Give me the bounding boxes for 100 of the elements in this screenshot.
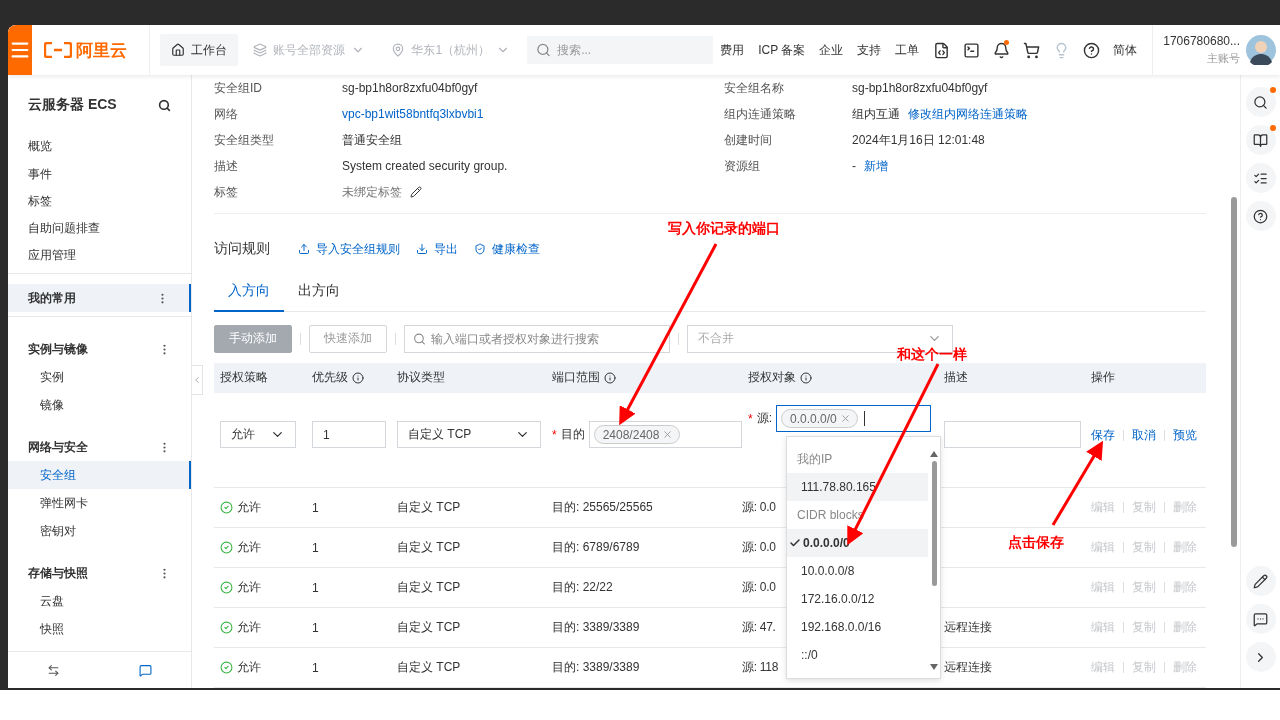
priority-cell: 1	[312, 580, 319, 595]
sidebar-item[interactable]: 应用管理	[8, 241, 191, 270]
sidebar-group[interactable]: 实例与镜像	[8, 335, 191, 364]
header-link[interactable]: 费用	[720, 41, 745, 59]
annotation-text: 写入你记录的端口	[668, 220, 780, 238]
detail-link[interactable]: 修改组内网络连通策略	[908, 105, 1028, 123]
rail-button[interactable]	[1245, 604, 1276, 634]
description-cell: 远程连接	[944, 659, 992, 676]
sidebar-item[interactable]: 镜像	[8, 391, 191, 420]
description-field[interactable]	[944, 421, 1081, 448]
row-action-link[interactable]: 取消	[1132, 427, 1156, 444]
sidebar-item[interactable]: 事件	[8, 160, 191, 188]
direction-tab[interactable]: 入方向	[214, 272, 284, 312]
sidebar-item[interactable]: 弹性网卡	[8, 489, 191, 518]
dropdown-option[interactable]: 10.0.0.0/8	[787, 557, 928, 585]
sidebar-item[interactable]: 快照	[8, 615, 191, 644]
annotation-text: 点击保存	[1008, 534, 1064, 552]
port-cell: 目的: 25565/25565	[552, 499, 653, 516]
sidebar-item[interactable]: 实例	[8, 363, 191, 392]
rule-action-link[interactable]: 导出	[416, 240, 458, 258]
text-cursor	[863, 411, 865, 426]
header-link[interactable]: 工单	[895, 41, 920, 59]
source-field[interactable]: 0.0.0.0/0	[776, 405, 931, 432]
field-label: 标签	[214, 183, 239, 201]
scroll-up-icon[interactable]	[930, 451, 938, 457]
header-link[interactable]: 支持	[857, 41, 882, 59]
logo-text: 阿里云	[76, 39, 128, 62]
help-icon	[1082, 41, 1100, 59]
map-pin-icon	[391, 43, 406, 57]
port-cell: 目的: 6789/6789	[552, 539, 640, 556]
rail-button[interactable]	[1245, 566, 1276, 596]
sidebar-item[interactable]: 概览	[8, 133, 191, 161]
network-link[interactable]: vpc-bp1wit58bntfq3lxbvbi1	[342, 107, 484, 121]
field-label: 网络	[214, 105, 239, 123]
source-cell: 源: 118	[742, 659, 778, 676]
pencil-icon[interactable]	[410, 186, 422, 198]
sidebar-item[interactable]: 标签	[8, 187, 191, 215]
house-icon	[171, 43, 186, 57]
row-action-link[interactable]: 保存	[1091, 427, 1115, 444]
description-cell: 远程连接	[944, 619, 992, 636]
column-header: 授权策略	[220, 369, 268, 387]
protocol-select[interactable]: 自定义 TCP	[397, 421, 541, 448]
message-icon	[1253, 611, 1268, 627]
shield-icon	[474, 243, 486, 256]
group-label: 网络与安全	[28, 438, 88, 456]
field-value: -	[852, 159, 856, 173]
workbench-button[interactable]: 工作台	[160, 34, 239, 66]
group-label: 我的常用	[28, 289, 76, 307]
dropdown-option[interactable]: 111.78.80.165	[787, 473, 928, 501]
sidebar-group[interactable]: 网络与安全	[8, 433, 191, 462]
rail-button[interactable]	[1245, 125, 1276, 155]
rule-action-link[interactable]: 健康检查	[474, 240, 540, 258]
rule-search-field[interactable]: 输入端口或者授权对象进行搜索	[404, 324, 670, 353]
dropdown-option[interactable]: ::/0	[787, 641, 928, 669]
search-field[interactable]: 搜索...	[527, 36, 714, 64]
sidebar-item[interactable]: 密钥对	[8, 517, 191, 546]
option-group-label: 我的IP	[796, 450, 834, 468]
header-link[interactable]: 企业	[819, 41, 844, 59]
port-field[interactable]: 2408/2408	[588, 421, 742, 448]
rail-button[interactable]	[1245, 163, 1276, 193]
policy-select[interactable]: 允许	[220, 421, 296, 448]
search-icon	[1253, 94, 1268, 110]
search-icon[interactable]	[158, 98, 171, 112]
field-label: 资源组	[724, 157, 761, 175]
check-icon	[789, 537, 801, 549]
chat-button[interactable]	[138, 663, 152, 677]
pencil-icon	[1253, 573, 1268, 589]
source-label: 源:	[756, 410, 772, 427]
language-link[interactable]: 简体	[1113, 41, 1138, 59]
field-label: 安全组类型	[214, 131, 275, 149]
rule-action-link[interactable]: 导入安全组规则	[298, 240, 400, 258]
dropdown-option[interactable]: 172.16.0.0/12	[787, 585, 928, 613]
group-label: 实例与镜像	[28, 340, 88, 358]
dropdown-option[interactable]: 192.168.0.0/16	[787, 613, 928, 641]
sidebar-item[interactable]: 云盘	[8, 587, 191, 616]
required-mark: *	[748, 411, 753, 426]
direction-tab[interactable]: 出方向	[284, 272, 354, 312]
dropdown-option[interactable]: 0.0.0.0/0	[787, 529, 928, 557]
swap-button[interactable]	[47, 663, 61, 677]
source-cell: 源: 0.0	[742, 499, 776, 516]
sidebar-item[interactable]: 安全组	[8, 461, 191, 490]
required-mark: *	[552, 427, 557, 442]
field-value: 组内互通	[852, 105, 900, 123]
priority-field[interactable]: 1	[312, 421, 386, 448]
detail-link[interactable]: 新增	[864, 157, 888, 175]
protocol-cell: 自定义 TCP	[397, 579, 461, 596]
scroll-down-icon[interactable]	[930, 664, 938, 670]
column-header: 描述	[944, 369, 968, 387]
source-cell: 源: 47.	[742, 619, 776, 636]
rail-button[interactable]	[1245, 201, 1276, 231]
field-label: 安全组名称	[724, 79, 785, 97]
header-link[interactable]: ICP 备案	[758, 41, 806, 59]
avatar[interactable]	[1246, 35, 1276, 65]
layers-icon	[253, 43, 268, 57]
rail-button[interactable]	[1245, 87, 1276, 117]
row-action-link[interactable]: 预览	[1173, 427, 1197, 444]
menu-button[interactable]	[8, 25, 33, 75]
sidebar-item[interactable]: 自助问题排查	[8, 214, 191, 242]
sidebar-group[interactable]: 存储与快照	[8, 559, 191, 588]
sidebar-group[interactable]: 我的常用	[8, 284, 191, 313]
